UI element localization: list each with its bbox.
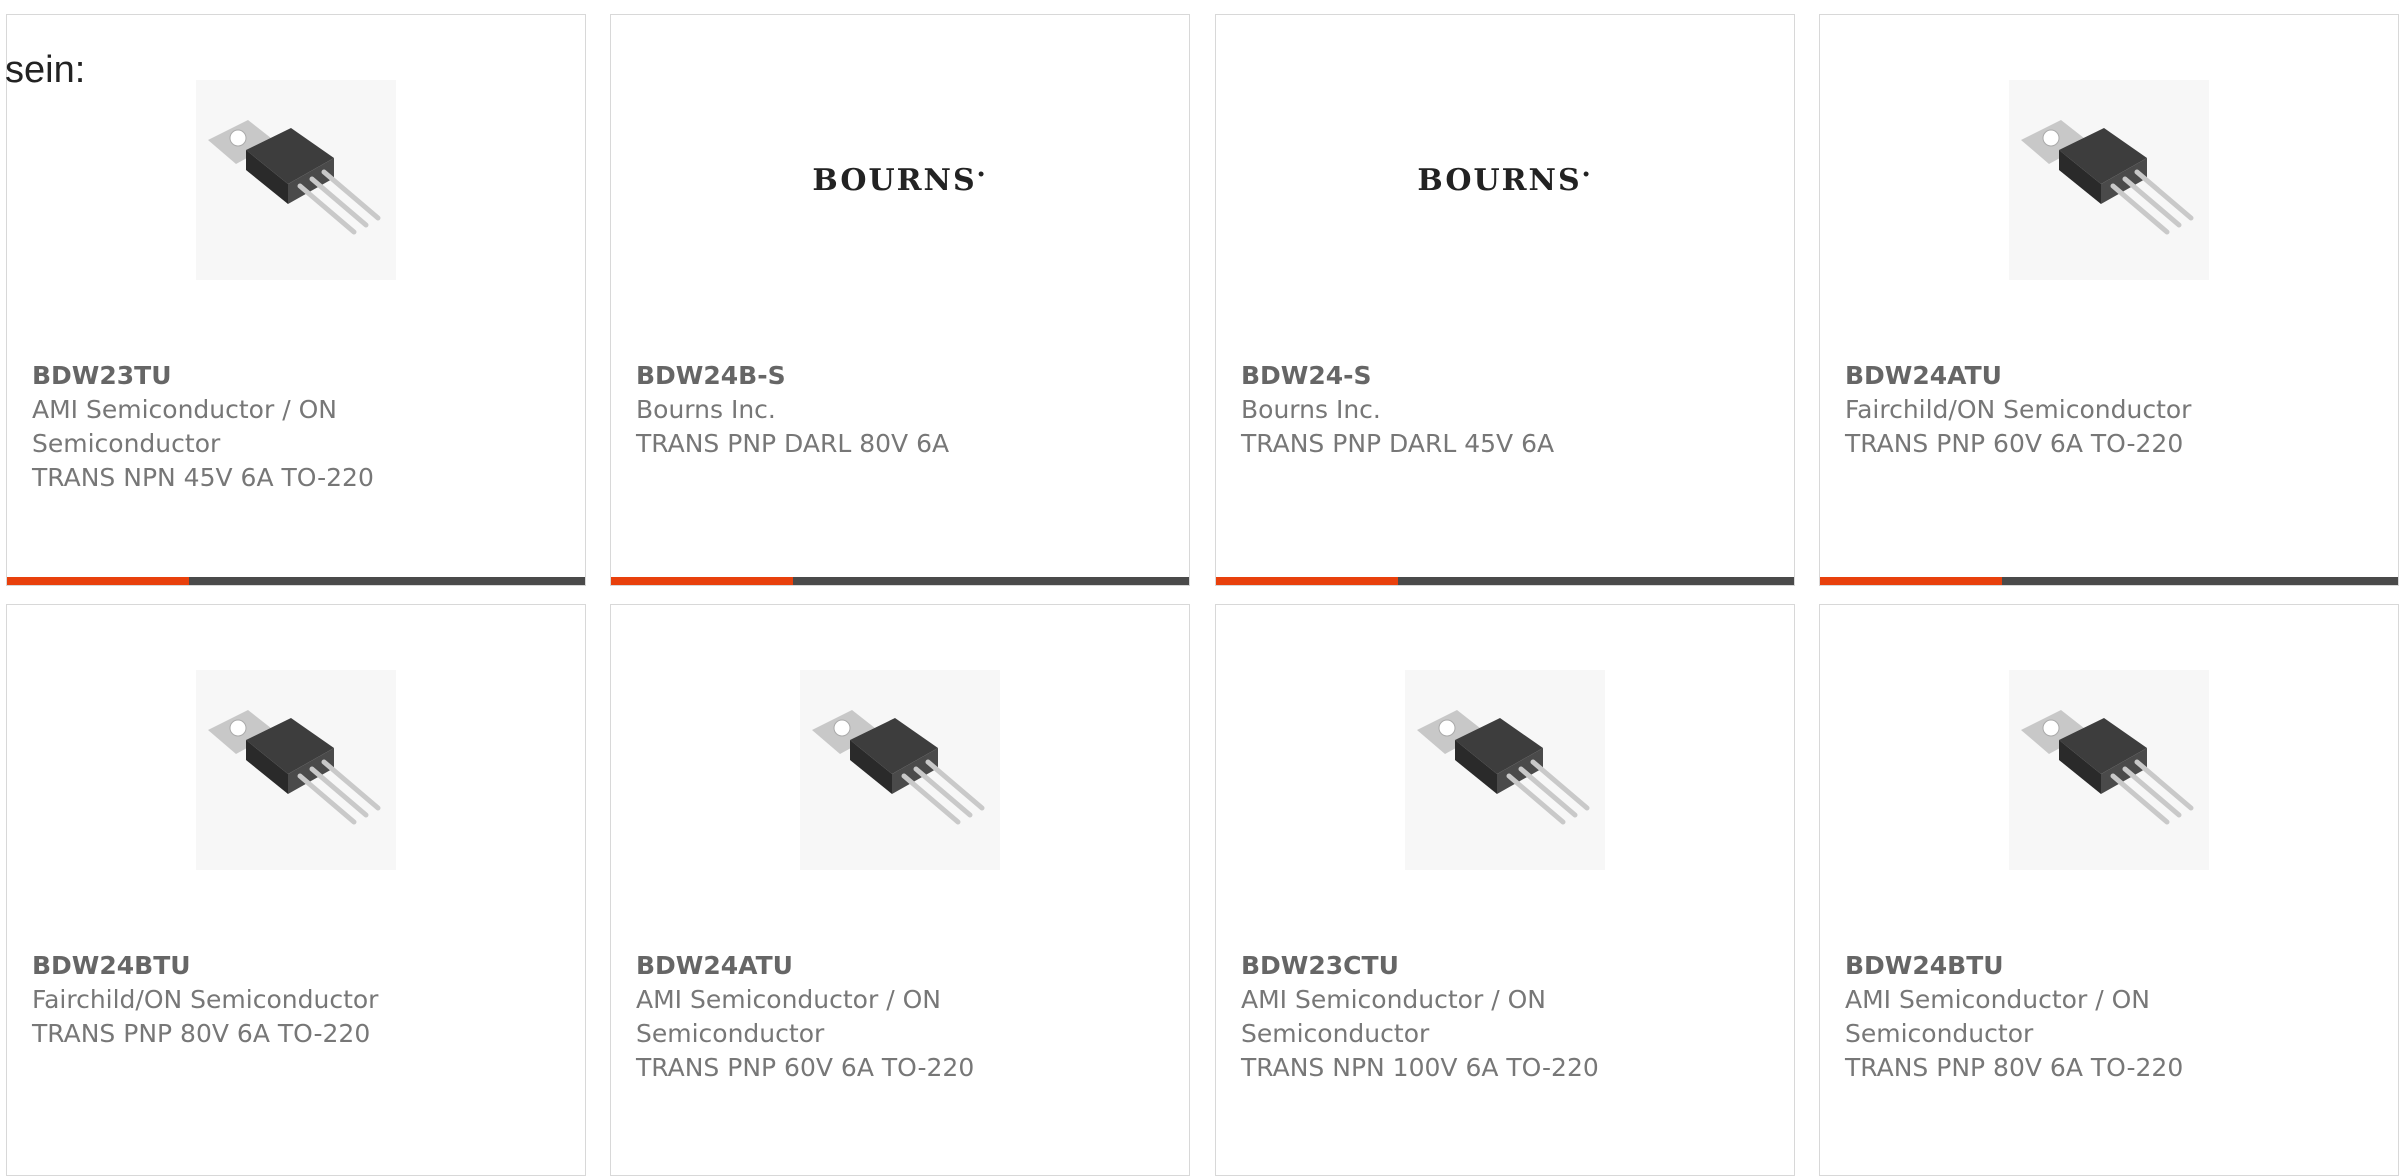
bourns-logo: BOURNS•: [812, 162, 988, 198]
manufacturer-name: AMI Semiconductor / ON Semiconductor: [32, 395, 337, 458]
logo-text: BOURNS: [1417, 162, 1582, 198]
product-text: Fairchild/ON Semiconductor TRANS PNP 60V…: [1845, 393, 2205, 461]
product-image[interactable]: [1820, 605, 2398, 935]
product-card[interactable]: BDW23CTU AMI Semiconductor / ON Semicond…: [1215, 604, 1795, 1176]
card-accent-bar: [1820, 577, 2002, 585]
product-description: TRANS PNP 60V 6A TO-220: [1845, 429, 2184, 458]
product-card[interactable]: BOURNS• BDW24B-S Bourns Inc. TRANS PNP D…: [610, 14, 1190, 586]
part-number-link[interactable]: BDW24-S: [1241, 359, 1372, 393]
part-number-link[interactable]: BDW23TU: [32, 359, 172, 393]
transistor-icon: [196, 670, 396, 870]
manufacturer-name: Fairchild/ON Semiconductor: [32, 985, 379, 1014]
manufacturer-name: Bourns Inc.: [636, 395, 776, 424]
product-image[interactable]: [7, 605, 585, 935]
product-card[interactable]: BDW24BTU Fairchild/ON Semiconductor TRAN…: [6, 604, 586, 1176]
product-image[interactable]: [7, 15, 585, 345]
card-accent-bar: [1216, 577, 1398, 585]
transistor-icon: [1405, 670, 1605, 870]
product-image[interactable]: BOURNS•: [1216, 15, 1794, 345]
product-description: TRANS PNP 60V 6A TO-220: [636, 1053, 975, 1082]
product-image[interactable]: [1216, 605, 1794, 935]
product-image[interactable]: [611, 605, 1189, 935]
part-number-link[interactable]: BDW24BTU: [1845, 949, 2004, 983]
transistor-icon: [2009, 670, 2209, 870]
transistor-icon: [196, 80, 396, 280]
product-text: AMI Semiconductor / ON Semiconductor TRA…: [1241, 983, 1601, 1085]
card-bottom-bar: [611, 577, 1189, 585]
product-text: AMI Semiconductor / ON Semiconductor TRA…: [1845, 983, 2205, 1085]
transistor-icon: [2009, 80, 2209, 280]
product-image[interactable]: [1820, 15, 2398, 345]
product-description: TRANS NPN 45V 6A TO-220: [32, 463, 374, 492]
product-text: AMI Semiconductor / ON Semiconductor TRA…: [32, 393, 392, 495]
part-number-link[interactable]: BDW24ATU: [1845, 359, 2002, 393]
product-text: Fairchild/ON Semiconductor TRANS PNP 80V…: [32, 983, 392, 1051]
product-card[interactable]: BDW23TU AMI Semiconductor / ON Semicondu…: [6, 14, 586, 586]
part-number-link[interactable]: BDW24BTU: [32, 949, 191, 983]
product-text: Bourns Inc. TRANS PNP DARL 45V 6A: [1241, 393, 1601, 461]
product-card[interactable]: BDW24BTU AMI Semiconductor / ON Semicond…: [1819, 604, 2399, 1176]
product-text: Bourns Inc. TRANS PNP DARL 80V 6A: [636, 393, 996, 461]
transistor-icon: [800, 670, 1000, 870]
product-description: TRANS PNP 80V 6A TO-220: [32, 1019, 371, 1048]
product-description: TRANS PNP DARL 45V 6A: [1241, 429, 1555, 458]
part-number-link[interactable]: BDW24B-S: [636, 359, 786, 393]
product-description: TRANS NPN 100V 6A TO-220: [1241, 1053, 1599, 1082]
manufacturer-name: AMI Semiconductor / ON Semiconductor: [636, 985, 941, 1048]
section-heading: sein:: [5, 49, 86, 91]
manufacturer-name: AMI Semiconductor / ON Semiconductor: [1241, 985, 1546, 1048]
product-description: TRANS PNP DARL 80V 6A: [636, 429, 950, 458]
card-bottom-bar: [1216, 577, 1794, 585]
manufacturer-name: AMI Semiconductor / ON Semiconductor: [1845, 985, 2150, 1048]
bourns-logo: BOURNS•: [1417, 162, 1593, 198]
card-accent-bar: [7, 577, 189, 585]
product-image[interactable]: BOURNS•: [611, 15, 1189, 345]
card-bottom-bar: [7, 577, 585, 585]
product-text: AMI Semiconductor / ON Semiconductor TRA…: [636, 983, 996, 1085]
product-card[interactable]: BDW24ATU AMI Semiconductor / ON Semicond…: [610, 604, 1190, 1176]
part-number-link[interactable]: BDW24ATU: [636, 949, 793, 983]
part-number-link[interactable]: BDW23CTU: [1241, 949, 1399, 983]
product-card[interactable]: BOURNS• BDW24-S Bourns Inc. TRANS PNP DA…: [1215, 14, 1795, 586]
manufacturer-name: Fairchild/ON Semiconductor: [1845, 395, 2192, 424]
product-card[interactable]: BDW24ATU Fairchild/ON Semiconductor TRAN…: [1819, 14, 2399, 586]
product-description: TRANS PNP 80V 6A TO-220: [1845, 1053, 2184, 1082]
card-accent-bar: [611, 577, 793, 585]
logo-text: BOURNS: [812, 162, 977, 198]
manufacturer-name: Bourns Inc.: [1241, 395, 1381, 424]
card-bottom-bar: [1820, 577, 2398, 585]
